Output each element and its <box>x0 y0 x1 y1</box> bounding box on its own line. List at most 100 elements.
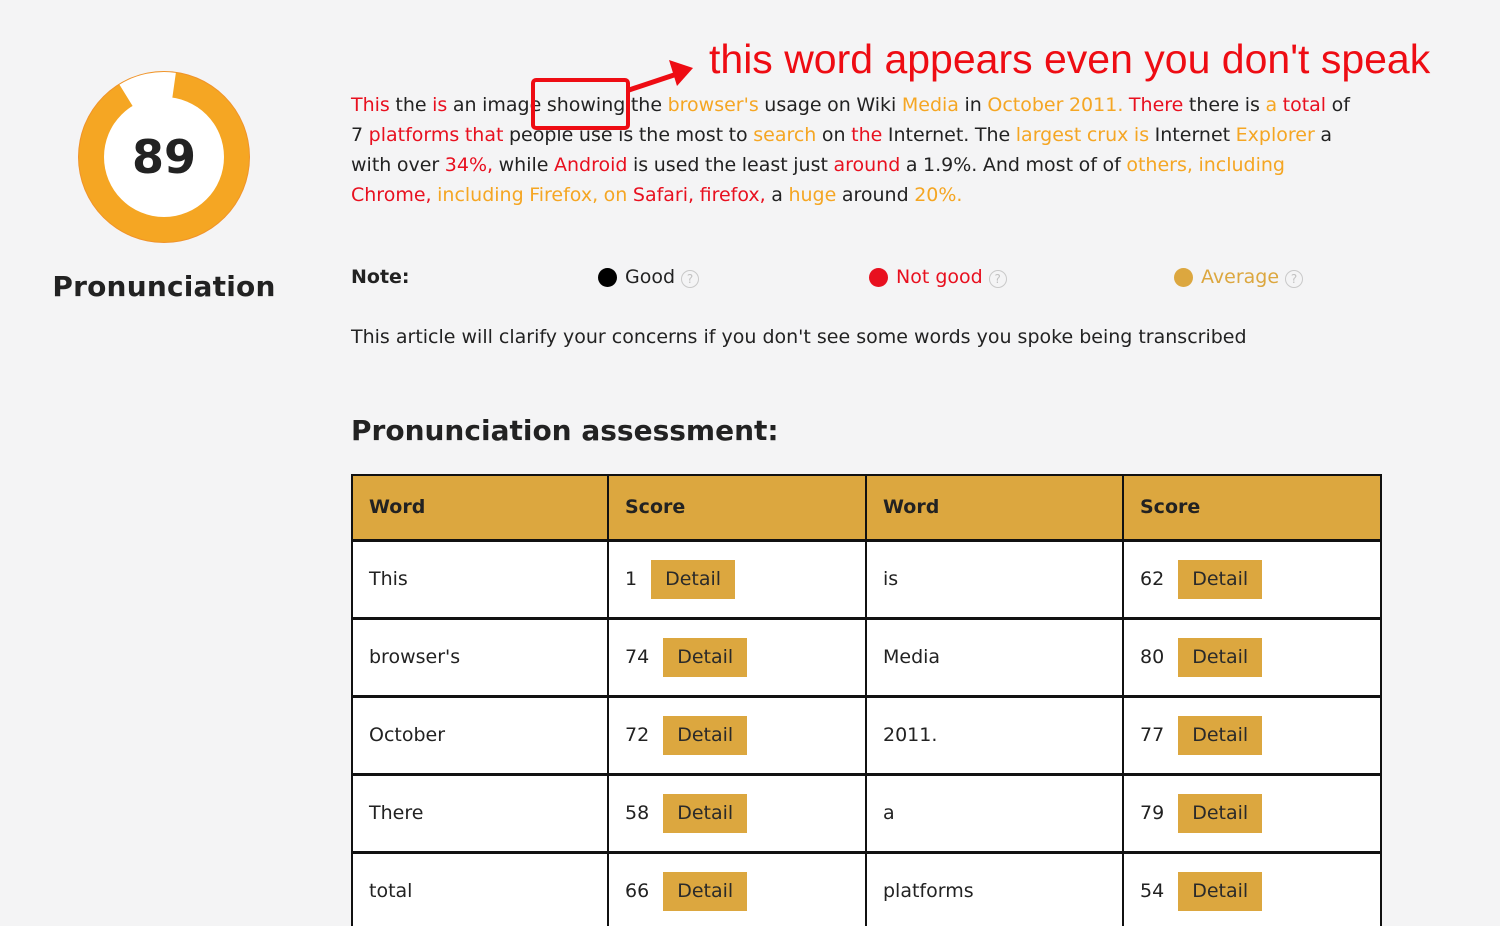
score-cell-content: 1 Detail <box>625 559 865 599</box>
average-dot-icon <box>1174 267 1193 287</box>
transcript-word: a <box>1265 94 1278 116</box>
header-score: Score <box>607 474 867 541</box>
transcript-word: There <box>1128 94 1184 116</box>
score-cell: 54 Detail <box>1122 850 1382 926</box>
transcript-word: on <box>603 184 628 206</box>
header-score: Score <box>1122 474 1382 541</box>
word-cell: October <box>351 694 609 775</box>
detail-button[interactable]: Detail <box>1178 871 1263 911</box>
score-value: 89 <box>131 130 196 184</box>
transcript-word: least <box>741 154 788 176</box>
transcript-word: most <box>675 124 724 146</box>
score-cell: 74 Detail <box>607 616 867 697</box>
help-icon[interactable]: ? <box>988 269 1007 288</box>
detail-button[interactable]: Detail <box>651 559 736 599</box>
annotation-text: this word appears even you don't speak <box>709 36 1431 82</box>
word-cell: There <box>351 772 609 853</box>
detail-button[interactable]: Detail <box>1178 715 1263 755</box>
good-dot-icon <box>598 267 617 287</box>
table-header-row: Word Score Word Score <box>351 474 1382 541</box>
word-score: 62 <box>1140 568 1165 590</box>
detail-button[interactable]: Detail <box>663 793 748 833</box>
legend-item-average: Average ? <box>1174 266 1304 288</box>
detail-button[interactable]: Detail <box>663 871 748 911</box>
score-cell: 62 Detail <box>1122 538 1382 619</box>
article-note-link[interactable]: This article will clarify your concerns … <box>351 326 1247 348</box>
score-cell: 72 Detail <box>607 694 867 775</box>
detail-button[interactable]: Detail <box>1178 637 1263 677</box>
transcript-word: of <box>1331 94 1350 116</box>
transcript-word: in <box>964 94 982 116</box>
legend-label-good: Good <box>625 266 676 288</box>
transcript-text: This the is an image showing the browser… <box>351 90 1361 210</box>
score-cell-content: 54 Detail <box>1140 871 1380 911</box>
help-icon[interactable]: ? <box>681 269 700 288</box>
detail-button[interactable]: Detail <box>1178 559 1263 599</box>
score-cell: 80 Detail <box>1122 616 1382 697</box>
transcript-word: Firefox, <box>529 184 599 206</box>
score-label: Pronunciation <box>52 270 276 303</box>
score-cell-content: 74 Detail <box>625 637 865 677</box>
transcript-word: Internet <box>1154 124 1231 146</box>
header-word: Word <box>351 474 609 541</box>
header-word: Word <box>865 474 1124 541</box>
word-score: 79 <box>1140 802 1165 824</box>
score-panel: 89 Pronunciation <box>40 68 288 303</box>
transcript-word: a <box>1320 124 1332 146</box>
table-row: This 1 Detail is 62 Detail <box>351 538 1382 619</box>
word-score: 58 <box>625 802 650 824</box>
transcript-word: of <box>1102 154 1121 176</box>
not-good-dot-icon <box>869 267 888 287</box>
detail-button[interactable]: Detail <box>1178 793 1263 833</box>
word-score: 1 <box>625 568 638 590</box>
transcript-word: Chrome, <box>351 184 432 206</box>
transcript-word: including <box>1198 154 1285 176</box>
transcript-word: around <box>833 154 901 176</box>
score-donut: 89 <box>75 68 253 246</box>
transcript-word: 1.9%. <box>923 154 978 176</box>
legend-label-not-good: Not good <box>896 266 983 288</box>
transcript-word: the <box>851 124 883 146</box>
transcript-word: is <box>1244 94 1260 116</box>
word-score: 80 <box>1140 646 1165 668</box>
help-icon[interactable]: ? <box>1285 269 1304 288</box>
transcript-word: used <box>653 154 700 176</box>
transcript-word: October <box>987 94 1064 116</box>
table-row: total 66 Detail platforms 54 Detail <box>351 850 1382 926</box>
detail-button[interactable]: Detail <box>663 637 748 677</box>
word-score: 54 <box>1140 880 1165 903</box>
transcript-word: search <box>753 124 817 146</box>
transcript-word: Safari, <box>632 184 695 206</box>
transcript-word: on <box>821 124 846 146</box>
transcript-word: 2011. <box>1068 94 1124 116</box>
score-cell-content: 80 Detail <box>1140 637 1380 677</box>
word-cell: This <box>351 538 609 619</box>
transcript-word: huge <box>788 184 837 206</box>
word-cell: Media <box>865 616 1124 697</box>
transcript-word: that <box>464 124 504 146</box>
table-row: October 72 Detail 2011. 77 Detail <box>351 694 1382 775</box>
transcript-word: crux <box>1086 124 1129 146</box>
table-row: browser's 74 Detail Media 80 Detail <box>351 616 1382 697</box>
detail-button[interactable]: Detail <box>663 715 748 755</box>
annotation-arrow-icon <box>626 60 693 93</box>
transcript-word: The <box>974 124 1011 146</box>
transcript-word: largest <box>1015 124 1082 146</box>
score-cell-content: 72 Detail <box>625 715 865 755</box>
word-cell: 2011. <box>865 694 1124 775</box>
table-row: There 58 Detail a 79 Detail <box>351 772 1382 853</box>
word-cell: platforms <box>865 850 1124 926</box>
word-score: 72 <box>625 724 650 746</box>
transcript-word: on <box>827 94 851 116</box>
score-cell-content: 66 Detail <box>625 871 865 911</box>
assessment-table: Word Score Word Score This 1 Detail is 62 Det… <box>351 474 1382 926</box>
score-cell: 79 Detail <box>1122 772 1382 853</box>
word-cell: browser's <box>351 616 609 697</box>
transcript-word: around <box>841 184 909 206</box>
transcript-word: a <box>905 154 918 176</box>
transcript-word: over <box>396 154 440 176</box>
score-cell-content: 58 Detail <box>625 793 865 833</box>
transcript-word: Media <box>901 94 959 116</box>
score-cell-content: 79 Detail <box>1140 793 1380 833</box>
word-cell: is <box>865 538 1124 619</box>
